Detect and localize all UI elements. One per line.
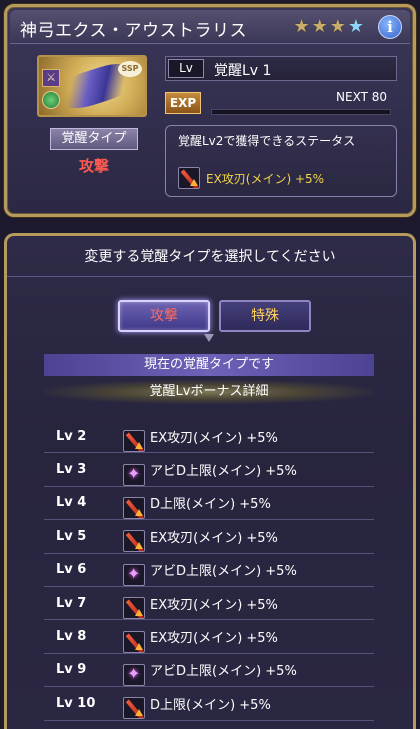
panel-header: 変更する覚醒タイプを選択してください — [84, 249, 336, 265]
bonus-text: アビD上限(メイン) +5% — [150, 664, 297, 680]
bonus-row: Lv 9 アビD上限(メイン) +5% — [44, 654, 374, 688]
sword-icon — [178, 167, 200, 189]
sword-icon — [123, 430, 145, 453]
exp-tag: EXP — [165, 92, 201, 114]
special-type-button[interactable]: 特殊 — [219, 300, 311, 332]
bonus-row: Lv 5 EX攻刃(メイン) +5% — [44, 520, 374, 554]
character-portrait[interactable]: ⚔ SSP — [37, 55, 147, 117]
star-icon: ★ — [311, 16, 328, 37]
awakening-level: 覚醒Lv 1 — [214, 63, 272, 79]
star-icon: ★ — [347, 16, 364, 37]
awakening-type-value: 攻撃 — [78, 157, 109, 175]
current-type-banner: 現在の覚醒タイプです — [44, 354, 374, 376]
bonus-level: Lv 7 — [56, 595, 87, 611]
weapon-info-card: 神弓エクス・アウストラリス ★ ★ ★ ★ i ⚔ SSP 覚醒タイプ 攻撃 L… — [4, 4, 416, 217]
bonus-row: Lv 10 D上限(メイン) +5% — [44, 687, 374, 721]
awakening-type-label: 覚醒タイプ — [50, 128, 138, 150]
spark-icon — [123, 563, 145, 586]
bonus-row: Lv 7 EX攻刃(メイン) +5% — [44, 587, 374, 621]
bonus-text: EX攻刃(メイン) +5% — [150, 631, 278, 647]
sword-icon — [123, 697, 145, 720]
exp-progress-bar — [211, 109, 391, 115]
bonus-level: Lv 2 — [56, 428, 87, 444]
bonus-text: EX攻刃(メイン) +5% — [150, 530, 278, 546]
next-exp: NEXT 80 — [336, 90, 387, 104]
next-status-text: EX攻刃(メイン) +5% — [206, 171, 325, 186]
sword-icon — [123, 496, 145, 519]
bonus-level: Lv 3 — [56, 462, 87, 478]
bonus-level: Lv 4 — [56, 495, 87, 511]
info-button[interactable]: i — [378, 15, 402, 39]
bonus-row: Lv 6 アビD上限(メイン) +5% — [44, 554, 374, 587]
bonus-text: EX攻刃(メイン) +5% — [150, 597, 278, 613]
bonus-level: Lv 8 — [56, 629, 87, 645]
bonus-row: Lv 8 EX攻刃(メイン) +5% — [44, 620, 374, 654]
bonus-text: アビD上限(メイン) +5% — [150, 464, 297, 480]
bonus-level: Lv 6 — [56, 562, 87, 578]
sword-icon — [123, 530, 145, 553]
ornament-icon — [204, 334, 214, 344]
element-icon — [42, 91, 60, 109]
star-icon: ★ — [329, 16, 346, 37]
divider — [7, 276, 413, 277]
crossed-swords-icon: ⚔ — [42, 69, 60, 87]
level-tag: Lv — [168, 59, 204, 78]
next-status-item: EX攻刃(メイン) +5% — [178, 167, 324, 189]
bonus-level: Lv 10 — [56, 695, 96, 711]
character-name: 神弓エクス・アウストラリス — [20, 21, 247, 41]
star-icon: ★ — [293, 16, 310, 37]
bonus-level: Lv 9 — [56, 662, 87, 678]
sword-icon — [123, 630, 145, 653]
level-row: Lv 覚醒Lv 1 — [165, 56, 397, 81]
bonus-text: EX攻刃(メイン) +5% — [150, 430, 278, 446]
star-rating: ★ ★ ★ ★ — [293, 17, 364, 37]
spark-icon — [123, 663, 145, 686]
rarity-badge: SSP — [118, 61, 142, 77]
attack-type-button[interactable]: 攻撃 — [118, 300, 210, 332]
next-status-box: 覚醒Lv2で獲得できるステータス EX攻刃(メイン) +5% — [165, 125, 397, 197]
bonus-text: アビD上限(メイン) +5% — [150, 564, 297, 580]
spark-icon — [123, 463, 145, 486]
bonus-details-header: 覚醒Lvボーナス詳細 — [44, 380, 374, 404]
bonus-row: Lv 4 D上限(メイン) +5% — [44, 487, 374, 521]
title-bar: 神弓エクス・アウストラリス ★ ★ ★ ★ i — [10, 10, 410, 44]
sword-icon — [123, 597, 145, 620]
bonus-level: Lv 5 — [56, 528, 87, 544]
next-status-caption: 覚醒Lv2で獲得できるステータス — [178, 134, 356, 148]
exp-row: EXP NEXT 80 — [165, 89, 397, 119]
bonus-text: D上限(メイン) +5% — [150, 497, 271, 513]
bonus-list: Lv 2 EX攻刃(メイン) +5% Lv 3 アビD上限(メイン) +5% Lv 4 D… — [44, 420, 374, 721]
bonus-row: Lv 2 EX攻刃(メイン) +5% — [44, 420, 374, 454]
bonus-row: Lv 3 アビD上限(メイン) +5% — [44, 453, 374, 487]
bonus-text: D上限(メイン) +5% — [150, 697, 271, 713]
awakening-select-panel: 変更する覚醒タイプを選択してください 攻撃 特殊 現在の覚醒タイプです 覚醒Lv… — [4, 233, 416, 729]
